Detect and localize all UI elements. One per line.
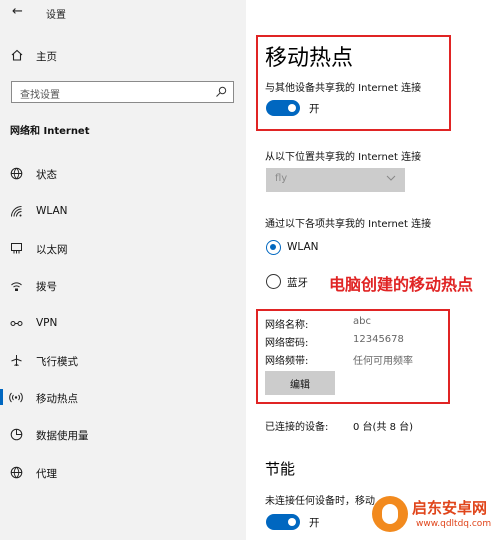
sidebar-item-wlan[interactable]: WLAN [0,198,246,224]
radio-bluetooth[interactable] [266,274,281,289]
sidebar-item-label: 状态 [36,169,57,181]
watermark: 启东安卓网 www.qdltdq.com [370,490,500,540]
sidebar-item-airplane[interactable]: 飞行模式 [0,347,246,373]
search-icon[interactable] [215,86,227,98]
power-saving-title: 节能 [265,460,296,478]
sidebar-item-label: WLAN [36,205,68,217]
hotspot-toggle-state: 开 [309,103,320,115]
data-usage-icon [9,427,23,441]
sidebar-item-data-usage[interactable]: 数据使用量 [0,421,246,447]
sidebar-item-vpn[interactable]: VPN [0,310,246,336]
network-name-value: abc [353,316,371,327]
home-icon [11,49,23,61]
radio-wlan-label: WLAN [287,241,319,253]
radio-bluetooth-label: 蓝牙 [287,277,308,289]
dropdown-value: fly [275,173,288,184]
sidebar-item-label: 拨号 [36,281,57,293]
back-arrow-icon[interactable]: ← [12,4,23,19]
sidebar-item-label: 飞行模式 [36,356,78,368]
toggle-knob [288,104,296,112]
share-internet-label: 与其他设备共享我的 Internet 连接 [265,83,422,94]
chevron-down-icon [386,175,396,181]
proxy-globe-icon [9,465,23,479]
edit-button[interactable]: 编辑 [265,371,335,395]
sidebar-item-ethernet[interactable]: 以太网 [0,235,246,261]
toggle-knob [288,518,296,526]
sidebar-item-proxy[interactable]: 代理 [0,459,246,485]
annotation-text: 电脑创建的移动热点 [329,275,474,294]
network-band-key: 网络频带: [265,356,309,367]
watermark-logo-icon [372,496,408,532]
section-heading: 网络和 Internet [10,126,90,137]
connected-devices-value: 0 台(共 8 台) [353,422,414,433]
window-title: 设置 [46,10,66,21]
connected-devices-key: 已连接的设备: [265,422,329,433]
network-password-value: 12345678 [353,334,404,345]
title-bar: ← 设置 [0,0,246,26]
ethernet-icon [9,241,23,255]
sidebar: ← 设置 主页 查找设置 网络和 Internet 状态 WLAN 以太网 拨号… [0,0,246,540]
share-from-dropdown[interactable]: fly [266,168,405,192]
watermark-url: www.qdltdq.com [416,519,492,529]
hotspot-icon [9,390,23,404]
globe-status-icon [9,166,23,180]
sidebar-item-label: VPN [36,317,58,329]
sidebar-item-label: 移动热点 [36,393,78,405]
network-name-key: 网络名称: [265,320,309,331]
network-band-value: 任何可用频率 [353,356,413,367]
airplane-icon [9,353,23,367]
power-saving-desc: 未连接任何设备时，移动 [265,496,375,507]
share-via-label: 通过以下各项共享我的 Internet 连接 [265,219,432,230]
dialup-icon [9,278,23,292]
power-saving-toggle[interactable] [266,514,300,530]
hotspot-toggle[interactable] [266,100,300,116]
sidebar-item-label: 主页 [36,51,57,63]
radio-wlan[interactable] [266,240,281,255]
share-from-label: 从以下位置共享我的 Internet 连接 [265,152,422,163]
sidebar-item-dialup[interactable]: 拨号 [0,272,246,298]
active-indicator [0,389,3,405]
vpn-icon [9,316,23,330]
sidebar-item-hotspot[interactable]: 移动热点 [0,384,246,410]
sidebar-item-label: 数据使用量 [36,430,89,442]
power-saving-toggle-state: 开 [309,517,320,529]
page-title: 移动热点 [265,46,354,71]
sidebar-item-label: 以太网 [36,244,68,256]
sidebar-item-label: 代理 [36,468,57,480]
search-input[interactable]: 查找设置 [11,81,234,103]
search-placeholder: 查找设置 [20,90,60,101]
wifi-icon [9,204,23,218]
watermark-title: 启东安卓网 [412,499,488,517]
sidebar-item-status[interactable]: 状态 [0,160,246,186]
sidebar-item-home[interactable]: 主页 [0,45,246,67]
network-password-key: 网络密码: [265,338,309,349]
